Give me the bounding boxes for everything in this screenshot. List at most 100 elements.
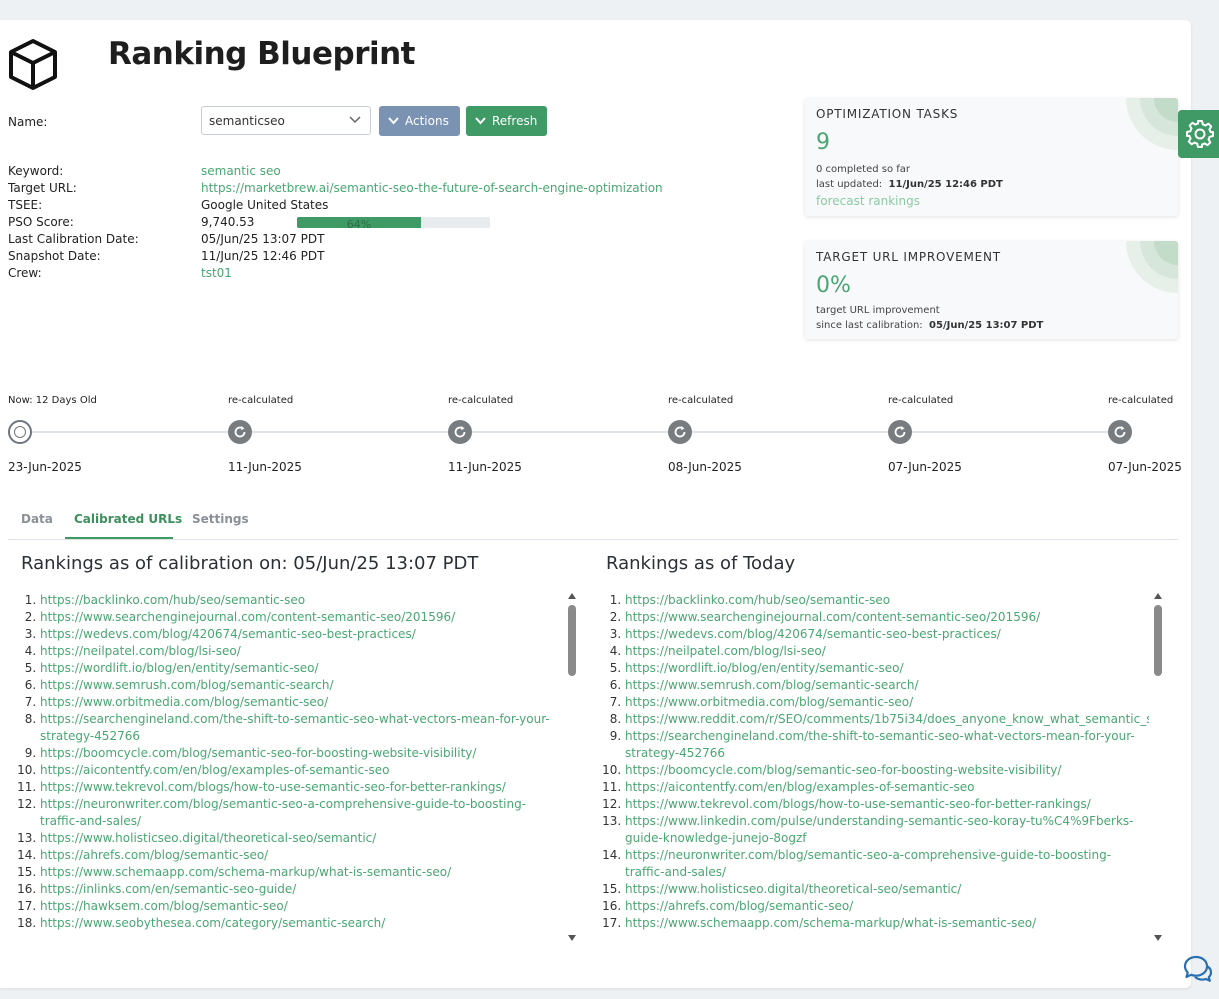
- ranking-url-link[interactable]: https://wedevs.com/blog/420674/semantic-…: [625, 627, 1001, 641]
- cube-icon: [9, 39, 57, 90]
- ranking-url-link[interactable]: https://ahrefs.com/blog/semantic-seo/: [625, 899, 853, 913]
- refresh-icon[interactable]: [888, 420, 912, 444]
- ranking-url-link[interactable]: https://wordlift.io/blog/en/entity/seman…: [40, 661, 319, 675]
- ranking-url-link[interactable]: https://www.schemaapp.com/schema-markup/…: [40, 865, 451, 879]
- ranking-url-link[interactable]: https://boomcycle.com/blog/semantic-seo-…: [40, 746, 476, 760]
- active-tab-indicator: [65, 537, 173, 539]
- name-select[interactable]: semanticseo: [201, 106, 371, 135]
- tab-settings[interactable]: Settings: [192, 512, 249, 526]
- list-item: https://backlinko.com/hub/seo/semantic-s…: [625, 592, 1149, 609]
- scroll-down-icon[interactable]: [567, 934, 577, 942]
- list-item: https://www.schemaapp.com/schema-markup/…: [625, 915, 1149, 932]
- calibration-rankings-list[interactable]: https://backlinko.com/hub/seo/semantic-s…: [8, 592, 564, 948]
- today-rankings-list[interactable]: https://backlinko.com/hub/seo/semantic-s…: [593, 592, 1149, 948]
- ranking-url-link[interactable]: https://boomcycle.com/blog/semantic-seo-…: [625, 763, 1061, 777]
- ranking-url-link[interactable]: https://www.reddit.com/r/SEO/comments/1b…: [625, 712, 1149, 726]
- crew-link[interactable]: tst01: [201, 265, 663, 282]
- page-title: Ranking Blueprint: [108, 36, 416, 72]
- refresh-button-label: Refresh: [492, 114, 538, 128]
- scroll-up-icon[interactable]: [1153, 592, 1163, 600]
- list-item: https://boomcycle.com/blog/semantic-seo-…: [625, 762, 1149, 779]
- ranking-url-link[interactable]: https://inlinks.com/en/semantic-seo-guid…: [40, 882, 296, 896]
- actions-button[interactable]: Actions: [379, 106, 460, 136]
- refresh-icon[interactable]: [448, 420, 472, 444]
- list-item: https://boomcycle.com/blog/semantic-seo-…: [40, 745, 564, 762]
- ranking-url-link[interactable]: https://searchengineland.com/the-shift-t…: [40, 712, 550, 743]
- since-calibration-line: since last calibration: 05/Jun/25 13:07 …: [816, 320, 1043, 331]
- ranking-url-link[interactable]: https://www.schemaapp.com/schema-markup/…: [625, 916, 1036, 930]
- list-item: https://ahrefs.com/blog/semantic-seo/: [625, 898, 1149, 915]
- forecast-rankings-link[interactable]: forecast rankings: [816, 194, 920, 208]
- keyword-link[interactable]: semantic seo: [201, 163, 663, 180]
- ranking-url-link[interactable]: https://neilpatel.com/blog/lsi-seo/: [625, 644, 826, 658]
- ranking-url-link[interactable]: https://www.searchenginejournal.com/cont…: [625, 610, 1040, 624]
- tab-calibrated-urls[interactable]: Calibrated URLs: [74, 512, 182, 526]
- scrollbar-thumb[interactable]: [568, 605, 576, 676]
- list-item: https://www.holisticseo.digital/theoreti…: [625, 881, 1149, 898]
- tab-data[interactable]: Data: [21, 512, 53, 526]
- ranking-url-link[interactable]: https://www.orbitmedia.com/blog/semantic…: [40, 695, 328, 709]
- target-improvement-title: TARGET URL IMPROVEMENT: [816, 250, 1001, 264]
- ranking-url-link[interactable]: https://ahrefs.com/blog/semantic-seo/: [40, 848, 268, 862]
- ranking-url-link[interactable]: https://www.semrush.com/blog/semantic-se…: [625, 678, 918, 692]
- list-item: https://searchengineland.com/the-shift-t…: [625, 728, 1149, 762]
- list-item: https://wordlift.io/blog/en/entity/seman…: [625, 660, 1149, 677]
- ranking-url-link[interactable]: https://hawksem.com/blog/semantic-seo/: [40, 899, 288, 913]
- ranking-url-link[interactable]: https://neuronwriter.com/blog/semantic-s…: [40, 797, 526, 828]
- scroll-down-icon[interactable]: [1153, 934, 1163, 942]
- list-item: https://www.semrush.com/blog/semantic-se…: [40, 677, 564, 694]
- target-url-link[interactable]: https://marketbrew.ai/semantic-seo-the-f…: [201, 180, 663, 197]
- ranking-url-link[interactable]: https://www.tekrevol.com/blogs/how-to-us…: [625, 797, 1091, 811]
- refresh-icon[interactable]: [1108, 420, 1132, 444]
- timeline-node-date: 11-Jun-2025: [448, 460, 522, 474]
- ranking-url-link[interactable]: https://www.orbitmedia.com/blog/semantic…: [625, 695, 913, 709]
- tsee-label: TSEE:: [8, 198, 43, 212]
- name-label: Name:: [8, 115, 48, 129]
- refresh-button[interactable]: Refresh: [466, 106, 547, 136]
- keyword-label: Keyword:: [8, 164, 64, 178]
- ranking-url-link[interactable]: https://neilpatel.com/blog/lsi-seo/: [40, 644, 241, 658]
- list-item: https://www.holisticseo.digital/theoreti…: [40, 830, 564, 847]
- today-list-scrollbar[interactable]: [1151, 588, 1165, 944]
- refresh-icon[interactable]: [228, 420, 252, 444]
- ranking-url-link[interactable]: https://aicontentfy.com/en/blog/examples…: [625, 780, 974, 794]
- ranking-url-link[interactable]: https://www.seobythesea.com/category/sem…: [40, 916, 385, 930]
- ranking-url-link[interactable]: https://backlinko.com/hub/seo/semantic-s…: [40, 593, 305, 607]
- ranking-url-link[interactable]: https://neuronwriter.com/blog/semantic-s…: [625, 848, 1111, 879]
- ranking-url-link[interactable]: https://www.searchenginejournal.com/cont…: [40, 610, 455, 624]
- ranking-url-link[interactable]: https://wordlift.io/blog/en/entity/seman…: [625, 661, 904, 675]
- refresh-icon[interactable]: [668, 420, 692, 444]
- ranking-url-link[interactable]: https://www.holisticseo.digital/theoreti…: [40, 831, 376, 845]
- ranking-url-link[interactable]: https://aicontentfy.com/en/blog/examples…: [40, 763, 389, 777]
- ranking-url-link[interactable]: https://www.holisticseo.digital/theoreti…: [625, 882, 961, 896]
- ranking-url-link[interactable]: https://www.linkedin.com/pulse/understan…: [625, 814, 1133, 845]
- target-url-improvement-card: TARGET URL IMPROVEMENT 0% target URL imp…: [805, 241, 1178, 339]
- scroll-up-icon[interactable]: [567, 592, 577, 600]
- timeline-node-label: re-calculated: [668, 395, 734, 406]
- scrollbar-thumb[interactable]: [1154, 605, 1162, 676]
- timeline-node-label: re-calculated: [448, 395, 514, 406]
- current-state-icon[interactable]: [8, 420, 32, 444]
- last-calibration-label: Last Calibration Date:: [8, 232, 139, 246]
- last-calibration-value: 05/Jun/25 13:07 PDT: [201, 232, 325, 246]
- list-item: https://backlinko.com/hub/seo/semantic-s…: [40, 592, 564, 609]
- list-item: https://wordlift.io/blog/en/entity/seman…: [40, 660, 564, 677]
- ranking-url-link[interactable]: https://wedevs.com/blog/420674/semantic-…: [40, 627, 416, 641]
- snapshot-date-label: Snapshot Date:: [8, 249, 101, 263]
- info-values: semantic seo https://marketbrew.ai/seman…: [201, 163, 663, 282]
- list-item: https://www.searchenginejournal.com/cont…: [625, 609, 1149, 626]
- ranking-url-link[interactable]: https://backlinko.com/hub/seo/semantic-s…: [625, 593, 890, 607]
- ranking-url-link[interactable]: https://www.semrush.com/blog/semantic-se…: [40, 678, 333, 692]
- settings-panel-toggle[interactable]: [1178, 110, 1219, 158]
- pso-progress-bar: 64%: [297, 217, 490, 228]
- info-labels: Keyword: Target URL: TSEE: PSO Score: La…: [8, 163, 139, 282]
- chevron-down-icon: [349, 116, 361, 124]
- calibration-list-scrollbar[interactable]: [565, 588, 579, 944]
- main-card: Ranking Blueprint Name: semanticseo Acti…: [0, 20, 1191, 988]
- ranking-url-link[interactable]: https://www.tekrevol.com/blogs/how-to-us…: [40, 780, 506, 794]
- ranking-url-link[interactable]: https://searchengineland.com/the-shift-t…: [625, 729, 1135, 760]
- timeline-node-label: Now: 12 Days Old: [8, 395, 97, 406]
- chat-bubbles-icon[interactable]: [1183, 954, 1213, 984]
- list-item: https://searchengineland.com/the-shift-t…: [40, 711, 564, 745]
- gear-icon: [1186, 120, 1214, 148]
